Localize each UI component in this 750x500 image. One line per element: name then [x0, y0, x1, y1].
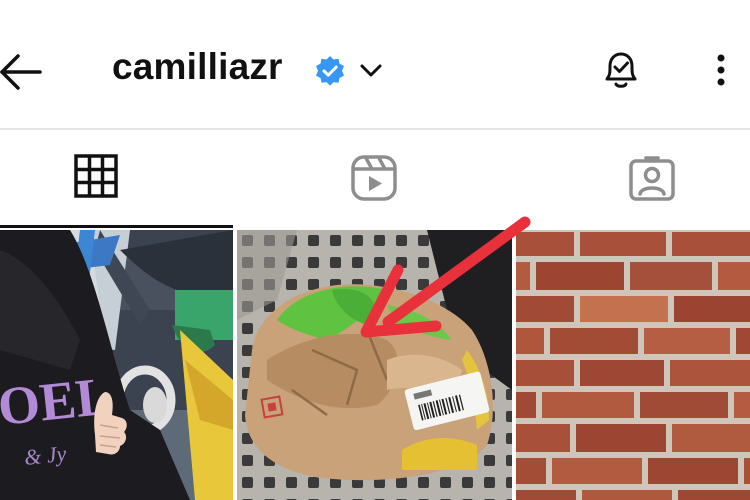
grid-icon: [74, 154, 118, 198]
post-thumbnail[interactable]: [516, 230, 750, 500]
tab-reels[interactable]: [250, 130, 500, 228]
post-thumbnail[interactable]: OEL & Jy: [0, 230, 233, 500]
arrow-left-icon[interactable]: [0, 48, 46, 96]
bell-check-icon[interactable]: [598, 46, 644, 92]
more-vertical-icon[interactable]: [706, 50, 736, 90]
profile-tabs: [0, 130, 750, 228]
chevron-down-icon[interactable]: [358, 58, 384, 84]
active-tab-indicator: [0, 225, 233, 228]
tab-tagged[interactable]: [500, 130, 750, 228]
reels-icon: [351, 155, 397, 201]
tagged-user-icon: [629, 156, 675, 201]
verified-badge-icon: [314, 55, 346, 87]
profile-header: camilliazr: [0, 0, 750, 128]
tab-posts[interactable]: [0, 130, 250, 228]
posts-grid: OEL & Jy: [0, 230, 750, 500]
post-thumbnail[interactable]: [237, 230, 512, 500]
svg-text:& Jy: & Jy: [23, 441, 68, 470]
profile-username[interactable]: camilliazr: [112, 46, 283, 88]
